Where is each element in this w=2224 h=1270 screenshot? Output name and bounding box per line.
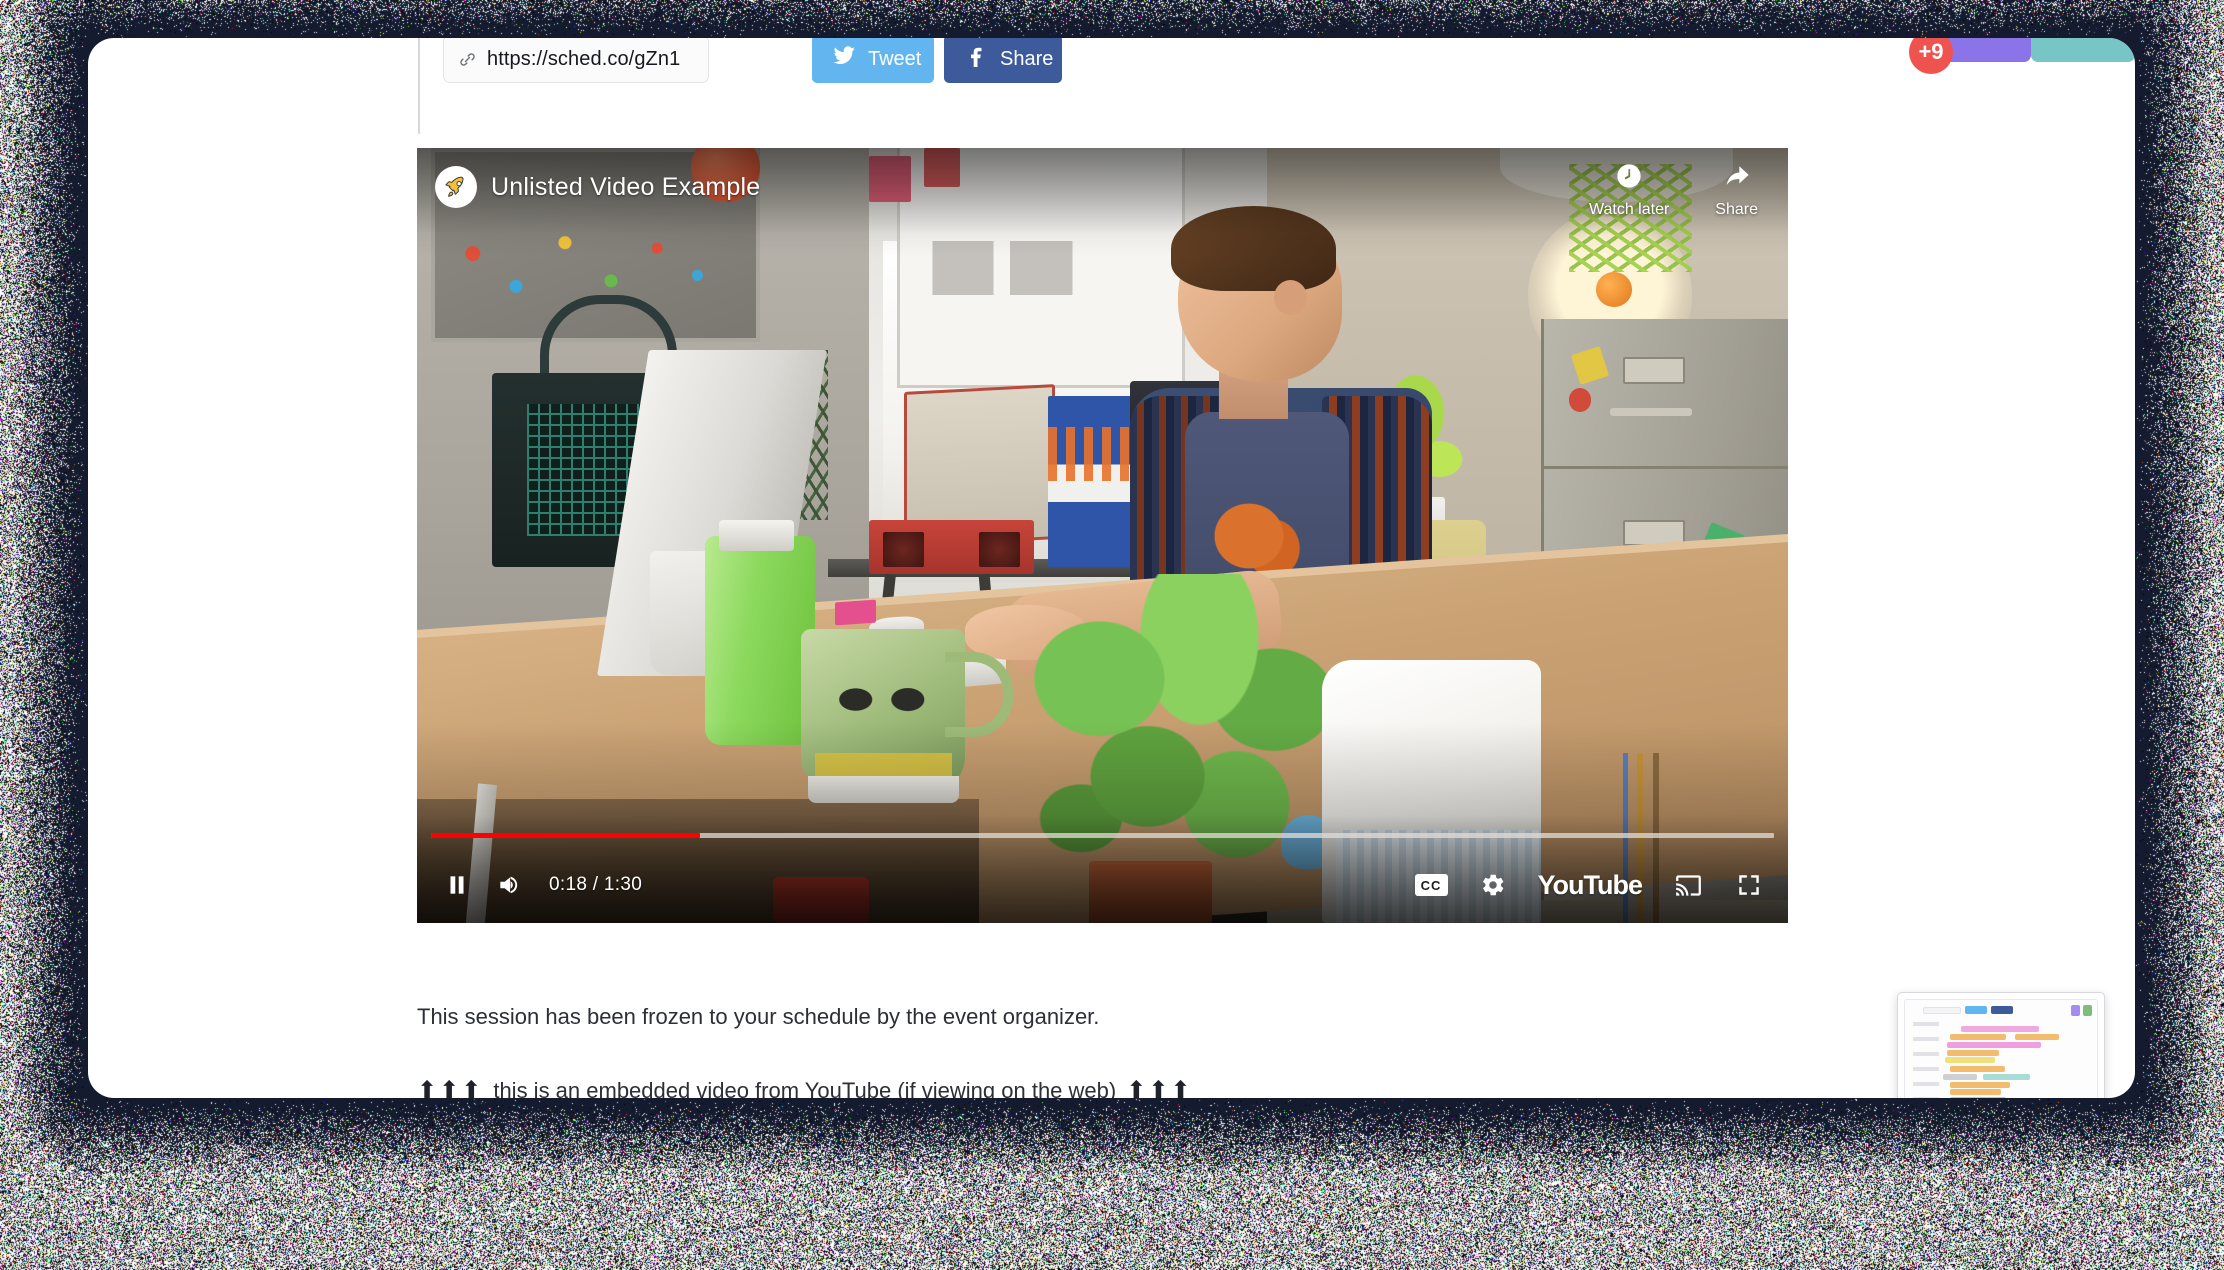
thumbnail-session-row [1982,1074,2030,1080]
link-icon [458,50,477,69]
thumbnail-session-row [1950,1066,2005,1072]
clock-icon [1615,162,1643,195]
thumbnail-session-row [1950,1082,2010,1088]
schedule-page-thumbnail[interactable] [1897,992,2105,1098]
arrows-right: ⬆⬆⬆ [1126,1077,1193,1098]
player-controls-row: 0:18 / 1:30 CC YouTube [417,861,1788,909]
frozen-session-note: This session has been frozen to your sch… [417,1004,1100,1029]
thumbnail-session-row [1950,1089,2001,1096]
thumbnail-session-row [1944,1057,1996,1064]
thumbnail-session-row [2015,1034,2059,1040]
twitter-bird-icon [832,44,856,74]
tweet-button[interactable]: Tweet [812,38,934,83]
thumbnail-session-row [1950,1034,2007,1040]
gear-icon[interactable] [1478,861,1508,909]
thumbnail-url-chip [1923,1006,1961,1014]
volume-button[interactable] [485,861,533,909]
share-arrow-icon [1723,162,1751,195]
thumbnail-session-row [1961,1026,2039,1032]
video-time-display: 0:18 / 1:30 [549,874,643,895]
youtube-video-player[interactable]: Unlisted Video Example Watch later Share [417,148,1788,923]
thumbnail-time-column [1913,1022,1939,1098]
player-bottom-overlay: 0:18 / 1:30 CC YouTube [417,815,1788,923]
watch-later-button[interactable]: Watch later [1589,162,1669,219]
facebook-share-button[interactable]: Share [944,38,1062,83]
closed-captions-icon[interactable]: CC [1414,874,1448,896]
video-frame-content [417,148,1788,923]
thumbnail-tweet-chip [1965,1006,1987,1014]
video-title-group: Unlisted Video Example [435,162,760,208]
notification-count-badge[interactable]: +9 [1909,38,1953,74]
content-left-divider [418,38,420,134]
facebook-share-button-label: Share [1000,47,1054,70]
thumbnail-badges [2071,1005,2092,1016]
thumbnail-share-bar [1923,1006,2013,1014]
desktop-background: https://sched.co/gZn1 Tweet Share +9 Unl… [0,0,2224,1270]
rocket-icon[interactable] [435,166,477,208]
player-top-actions: Watch later Share [1589,162,1766,219]
arrows-left: ⬆⬆⬆ [417,1077,484,1098]
watch-later-label: Watch later [1588,201,1670,218]
share-bar: https://sched.co/gZn1 Tweet Share +9 [88,38,2135,134]
embedded-video-note: ⬆⬆⬆ this is an embedded video from YouTu… [417,1076,1193,1098]
fullscreen-icon[interactable] [1734,861,1764,909]
browser-page: https://sched.co/gZn1 Tweet Share +9 Unl… [88,38,2135,1098]
session-url-field[interactable]: https://sched.co/gZn1 [443,38,709,83]
youtube-watermark[interactable]: YouTube [1538,870,1643,901]
video-progress-played [431,833,700,838]
thumbnail-session-row [1946,1042,2041,1048]
top-right-teal-chip[interactable] [2031,38,2135,62]
chromecast-icon[interactable] [1672,861,1704,909]
player-controls-right: CC YouTube [1414,861,1770,909]
tweet-button-label: Tweet [868,47,922,70]
embedded-video-note-text: this is an embedded video from YouTube (… [493,1077,1117,1099]
session-url-text: https://sched.co/gZn1 [487,47,681,70]
video-progress-bar[interactable] [431,833,1774,838]
thumbnail-badge-green [2083,1005,2092,1016]
video-share-label: Share [1715,201,1758,218]
thumbnail-facebook-chip [1991,1006,2013,1014]
thumbnail-session-row [1950,1097,2007,1098]
thumbnail-badge-purple [2071,1005,2080,1016]
schedule-page-thumbnail-inner [1904,999,2098,1098]
facebook-f-icon [964,44,988,74]
pause-button[interactable] [433,861,481,909]
player-controls-left: 0:18 / 1:30 [433,861,642,909]
player-top-overlay: Unlisted Video Example Watch later Share [417,148,1788,234]
video-title: Unlisted Video Example [491,172,761,201]
thumbnail-session-row [1943,1074,1978,1080]
video-share-button[interactable]: Share [1715,162,1758,219]
thumbnail-session-row [1946,1050,2000,1056]
